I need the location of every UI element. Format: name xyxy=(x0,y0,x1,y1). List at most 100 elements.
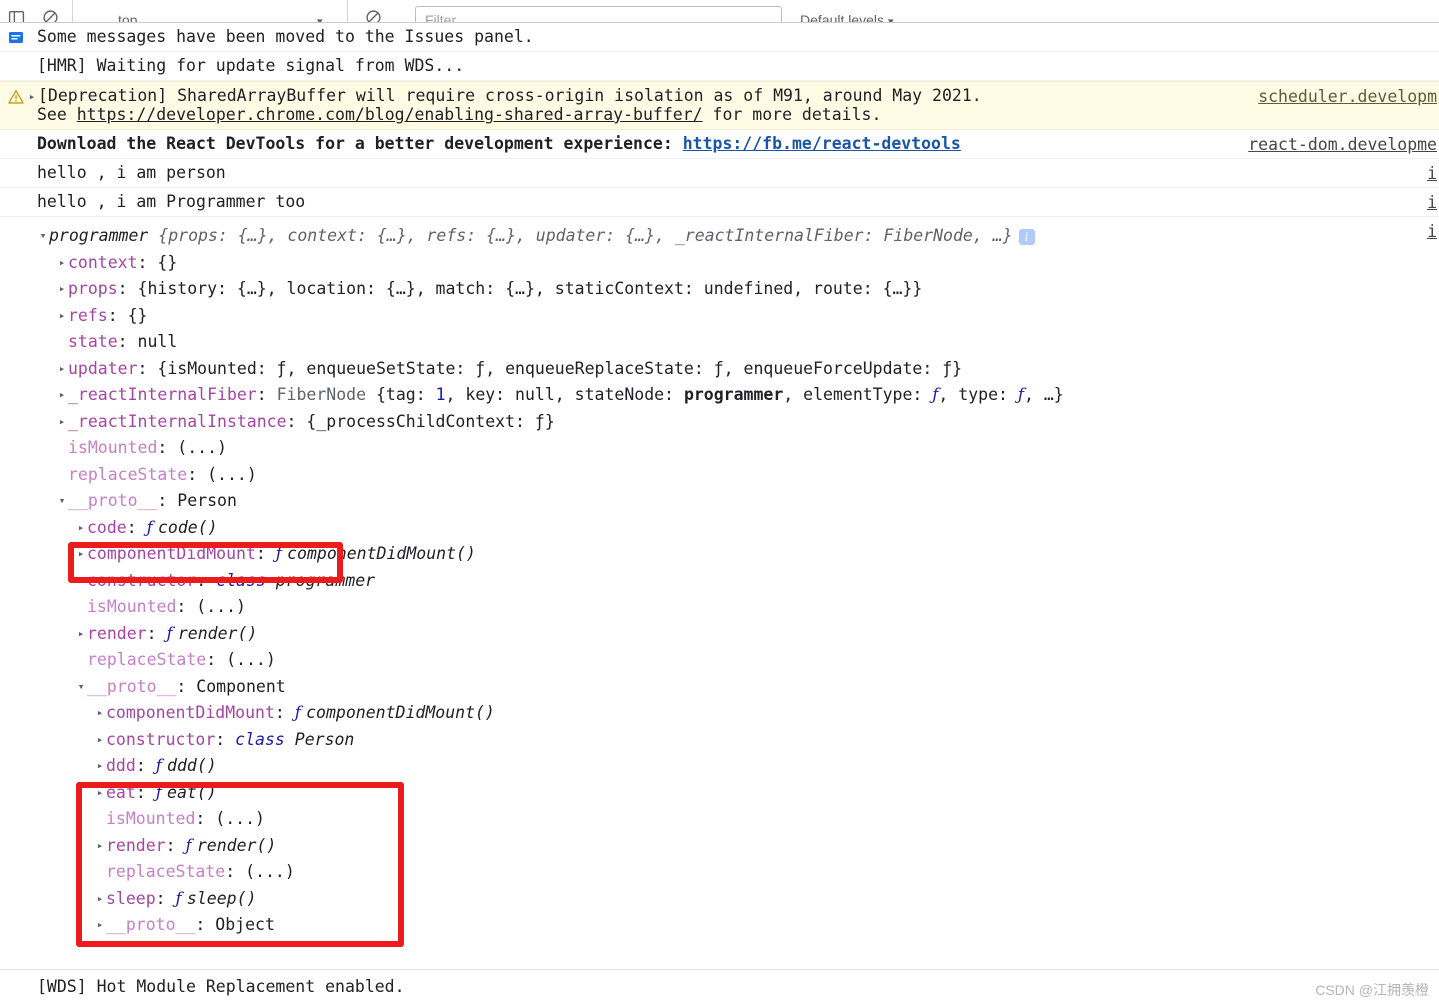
collapse-arrow-icon[interactable]: ▾ xyxy=(75,674,87,701)
object-tree-row-_reactInternalInstance[interactable]: ▸ _reactInternalInstance: {_processChildC… xyxy=(0,409,1439,436)
console-row-text: [HMR] Waiting for update signal from WDS… xyxy=(37,56,465,75)
console-row-log-1[interactable]: hello , i am person i xyxy=(0,159,1439,188)
object-tree-row-_reactInternalFiber[interactable]: ▸ _reactInternalFiber: FiberNode {tag: 1,… xyxy=(0,382,1439,409)
function-glyph-icon: ƒ xyxy=(166,623,178,643)
filter-input[interactable] xyxy=(415,6,782,22)
property-value: code() xyxy=(157,517,218,537)
collapse-object-arrow-icon[interactable]: ▾ xyxy=(37,223,49,250)
object-tree-row-isMounted[interactable]: isMounted: (...) xyxy=(0,806,1439,833)
property-key: __proto__ xyxy=(87,676,177,696)
expand-arrow-icon[interactable]: ▸ xyxy=(56,356,68,383)
react-devtools-link[interactable]: https://fb.me/react-devtools xyxy=(683,134,961,153)
log-levels-dropdown[interactable]: Default levels ▾ xyxy=(800,12,894,23)
property-value: (...) xyxy=(196,597,246,616)
expand-arrow-icon[interactable]: ▸ xyxy=(94,700,106,727)
console-row-issues-moved[interactable]: Some messages have been moved to the Iss… xyxy=(0,23,1439,52)
log-source-link[interactable]: i xyxy=(1427,164,1437,183)
execution-context-caret-icon[interactable]: ▾ xyxy=(317,15,323,22)
object-tree-row-componentDidMount[interactable]: ▸ componentDidMount: ƒ componentDidMount(… xyxy=(0,700,1439,727)
object-tree-row-constructor[interactable]: ▸ constructor: class Person xyxy=(0,727,1439,754)
expand-arrow-icon[interactable]: ▸ xyxy=(56,303,68,330)
property-key: props xyxy=(68,279,118,298)
property-value: {} xyxy=(157,252,178,272)
function-glyph-icon: ƒ xyxy=(155,782,168,802)
filter-placeholder: Filter xyxy=(425,12,457,23)
console-row-react-devtools[interactable]: Download the React DevTools for a better… xyxy=(0,130,1439,159)
warning-line-1: [Deprecation] SharedArrayBuffer will req… xyxy=(38,86,982,105)
expand-arrow-icon[interactable]: ▸ xyxy=(56,382,68,409)
object-tree-row-sleep[interactable]: ▸ sleep: ƒ sleep() xyxy=(0,886,1439,913)
object-tree-row-state[interactable]: state: null xyxy=(0,329,1439,356)
expand-arrow-icon[interactable]: ▸ xyxy=(56,250,68,277)
object-tree-row-code[interactable]: ▸ code: ƒ code() xyxy=(0,515,1439,542)
expand-arrow-icon[interactable]: ▸ xyxy=(94,912,106,938)
property-value: componentDidMount() xyxy=(306,703,495,722)
execution-context-selector[interactable]: top xyxy=(118,12,137,22)
object-tree-row-replaceState[interactable]: replaceState: (...) xyxy=(0,859,1439,886)
expand-arrow-icon[interactable]: ▸ xyxy=(75,515,87,542)
object-tree-row-props[interactable]: ▸ props: {history: {…}, location: {…}, ma… xyxy=(0,276,1439,303)
expand-arrow-icon[interactable]: ▸ xyxy=(75,541,87,568)
numeric-value: 1 xyxy=(435,385,446,404)
expand-arrow-icon[interactable]: ▸ xyxy=(94,833,106,860)
expand-arrow-icon[interactable]: ▸ xyxy=(75,568,87,595)
expand-arrow-icon[interactable]: ▸ xyxy=(94,886,106,913)
object-tree-row-replaceState[interactable]: replaceState: (...) xyxy=(0,462,1439,489)
expand-arrow-icon[interactable]: ▸ xyxy=(94,780,106,807)
info-badge-icon[interactable]: i xyxy=(1018,228,1035,245)
class-keyword: class xyxy=(216,570,276,590)
property-separator: : xyxy=(256,385,277,404)
console-row-deprecation-warning[interactable]: ▸ [Deprecation] SharedArrayBuffer will re… xyxy=(0,81,1439,130)
property-key: _reactInternalInstance xyxy=(68,411,287,431)
object-tree-row-context[interactable]: ▸ context: {} xyxy=(0,250,1439,277)
console-row-object[interactable]: ▾ programmer {props: {…}, context: {…}, r… xyxy=(0,217,1439,939)
warning-source-link[interactable]: scheduler.developm xyxy=(1258,87,1437,106)
property-value: (...) xyxy=(177,438,227,457)
object-tree-row-ddd[interactable]: ▸ ddd: ƒ ddd() xyxy=(0,753,1439,780)
object-tree-row-isMounted[interactable]: isMounted: (...) xyxy=(0,594,1439,621)
property-value: {isMounted: ƒ, enqueueSetState: ƒ, enque… xyxy=(157,358,963,378)
property-value: ddd() xyxy=(167,756,217,775)
object-tree-row-render[interactable]: ▸ render: ƒ render() xyxy=(0,621,1439,648)
log-levels-caret-icon: ▾ xyxy=(887,16,894,23)
property-key: updater xyxy=(68,358,138,378)
object-tree-row-constructor[interactable]: ▸ constructor: class programmer xyxy=(0,568,1439,595)
property-key: code xyxy=(87,517,127,537)
property-key: replaceState xyxy=(106,862,226,881)
property-value: (...) xyxy=(215,809,265,828)
expand-warning-arrow-icon[interactable]: ▸ xyxy=(26,90,38,103)
object-tree-row-__proto__[interactable]: ▸ __proto__: Object xyxy=(0,912,1439,939)
object-tree-row-refs[interactable]: ▸ refs: {} xyxy=(0,303,1439,330)
object-tree-row-render[interactable]: ▸ render: ƒ render() xyxy=(0,833,1439,860)
clear-console-icon[interactable] xyxy=(42,9,59,22)
property-separator: : xyxy=(187,464,208,484)
object-tree-row-isMounted[interactable]: isMounted: (...) xyxy=(0,435,1439,462)
console-row-hmr-waiting[interactable]: [HMR] Waiting for update signal from WDS… xyxy=(0,52,1439,81)
react-devtools-source-link[interactable]: react-dom.developme xyxy=(1248,135,1437,154)
collapse-arrow-icon[interactable]: ▾ xyxy=(56,488,68,515)
sidebar-toggle-icon[interactable] xyxy=(8,9,25,22)
object-source-link[interactable]: i xyxy=(1427,222,1437,241)
object-tree-row-__proto__[interactable]: ▾ __proto__: Component xyxy=(0,674,1439,701)
expand-arrow-icon[interactable]: ▸ xyxy=(94,727,106,754)
expand-arrow-icon[interactable]: ▸ xyxy=(75,621,87,648)
shared-array-buffer-link[interactable]: https://developer.chrome.com/blog/enabli… xyxy=(77,105,703,124)
property-separator: : xyxy=(135,756,156,775)
expand-arrow-icon[interactable]: ▸ xyxy=(94,753,106,780)
property-value: {_processChildContext: ƒ} xyxy=(306,411,555,431)
console-row-log-2[interactable]: hello , i am Programmer too i xyxy=(0,188,1439,217)
object-tree-row-__proto__[interactable]: ▾ __proto__: Person xyxy=(0,488,1439,515)
object-tree-header[interactable]: ▾ programmer {props: {…}, context: {…}, r… xyxy=(0,223,1439,250)
object-tree-row-replaceState[interactable]: replaceState: (...) xyxy=(0,647,1439,674)
watermark: CSDN @江拥羡橙 xyxy=(1315,982,1429,998)
react-devtools-text: Download the React DevTools for a better… xyxy=(37,134,683,153)
no-entry-icon[interactable] xyxy=(365,9,382,22)
log-source-link[interactable]: i xyxy=(1427,193,1437,212)
object-tree-row-updater[interactable]: ▸ updater: {isMounted: ƒ, enqueueSetState… xyxy=(0,356,1439,383)
expand-arrow-icon[interactable]: ▸ xyxy=(56,409,68,436)
object-tree-row-componentDidMount[interactable]: ▸ componentDidMount: ƒ componentDidMount(… xyxy=(0,541,1439,568)
object-tree-row-eat[interactable]: ▸ eat: ƒ eat() xyxy=(0,780,1439,807)
console-output: Some messages have been moved to the Iss… xyxy=(0,23,1439,939)
property-key: isMounted xyxy=(87,597,177,616)
expand-arrow-icon[interactable]: ▸ xyxy=(56,276,68,303)
